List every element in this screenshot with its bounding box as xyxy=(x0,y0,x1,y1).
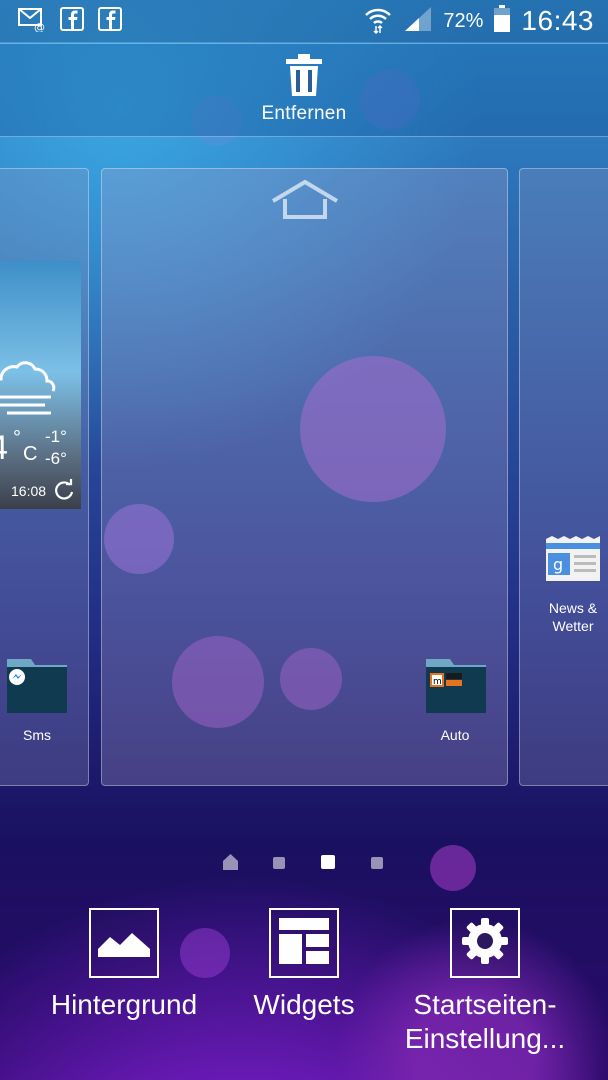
remove-button[interactable]: Entfernen xyxy=(240,54,368,130)
home-screen-page-left[interactable]: 4 ° C -1° -6° ı 16:08 Sms xyxy=(0,168,89,786)
home-icon[interactable] xyxy=(271,179,339,224)
page-dot[interactable] xyxy=(273,857,285,869)
widgets-option[interactable]: Widgets xyxy=(236,908,372,1022)
page-dot-active[interactable] xyxy=(321,855,335,869)
svg-text:m: m xyxy=(433,677,442,687)
home-screen-page-right[interactable]: g News & Wetter xyxy=(519,168,608,786)
svg-text:g: g xyxy=(553,555,563,574)
home-screen-page-current[interactable]: m Auto xyxy=(101,168,508,786)
widgets-label: Widgets xyxy=(253,989,355,1020)
signal-strength-icon xyxy=(403,5,433,38)
auto-folder[interactable]: m xyxy=(424,655,488,722)
facebook-notification-icon xyxy=(98,6,122,36)
news-weather-icon: g xyxy=(544,536,602,589)
sms-folder[interactable] xyxy=(5,655,69,722)
high-temperature: -1° xyxy=(45,427,67,446)
wallpaper-option[interactable]: Hintergrund xyxy=(36,908,212,1022)
widgets-icon xyxy=(279,917,329,969)
current-temperature: 4 xyxy=(0,429,8,468)
low-temperature: -6° xyxy=(45,449,67,468)
news-weather-label: News & Wetter xyxy=(548,600,598,634)
weather-widget[interactable]: 4 ° C -1° -6° ı 16:08 xyxy=(0,261,81,509)
page-dot[interactable] xyxy=(371,857,383,869)
wallpaper-label: Hintergrund xyxy=(50,989,198,1020)
weather-updated-time: 16:08 xyxy=(11,483,47,499)
home-settings-label: Startseiten- Einstellung... xyxy=(392,988,578,1056)
gear-icon xyxy=(461,917,509,970)
home-settings-option[interactable]: Startseiten- Einstellung... xyxy=(392,908,578,1056)
trash-icon xyxy=(284,54,324,101)
remove-label: Entfernen xyxy=(261,103,347,124)
degree-symbol: ° xyxy=(13,427,21,449)
wifi-icon xyxy=(363,4,393,39)
auto-folder-label: Auto xyxy=(440,727,470,743)
remove-drop-zone[interactable]: Entfernen xyxy=(0,43,608,137)
battery-percentage: 72% xyxy=(443,9,484,32)
folder-icon: m xyxy=(424,659,488,721)
home-page-dot-icon[interactable] xyxy=(223,854,238,875)
email-notification-icon: @ xyxy=(18,6,46,37)
home-settings-label-line1: Startseiten- xyxy=(413,989,557,1020)
svg-text:@: @ xyxy=(34,21,45,32)
page-indicator xyxy=(0,854,608,874)
clock: 16:43 xyxy=(521,5,594,36)
sms-folder-label: Sms xyxy=(23,727,51,743)
battery-icon xyxy=(493,4,511,38)
cloud-fog-icon xyxy=(0,357,69,422)
news-weather-app[interactable]: g xyxy=(544,535,602,590)
home-settings-label-line2: Einstellung... xyxy=(404,1023,566,1054)
temperature-unit: C xyxy=(23,443,38,465)
status-bar: @ 72% 16:43 xyxy=(0,0,608,42)
wallpaper-icon xyxy=(98,925,150,962)
refresh-icon[interactable] xyxy=(53,479,75,506)
facebook-notification-icon xyxy=(60,6,84,36)
folder-icon xyxy=(5,659,69,721)
